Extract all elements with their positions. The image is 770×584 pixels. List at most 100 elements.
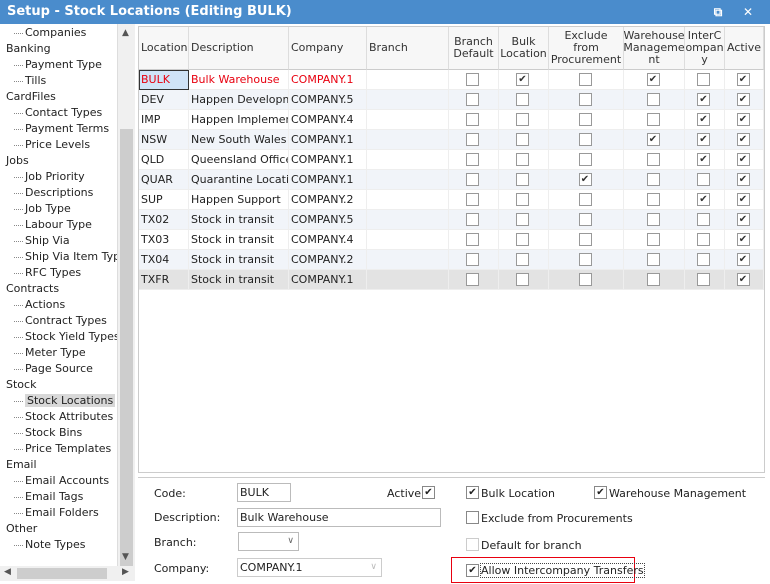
unchecked-checkbox[interactable]	[697, 253, 710, 266]
unchecked-checkbox[interactable]	[516, 193, 529, 206]
unchecked-checkbox[interactable]	[516, 153, 529, 166]
tree-item[interactable]: Ship Via	[0, 233, 70, 249]
branch-cell[interactable]	[367, 110, 449, 130]
description-cell[interactable]: Happen Development	[189, 90, 289, 110]
checked-checkbox[interactable]: ✔	[516, 73, 529, 86]
description-input[interactable]: Bulk Warehouse	[237, 508, 441, 527]
allow-intercompany-checkbox[interactable]: ✔	[466, 564, 479, 577]
unchecked-checkbox[interactable]	[697, 73, 710, 86]
tree-vertical-scrollbar[interactable]: ▲ ▼	[118, 24, 135, 569]
tree-item[interactable]: Tills	[0, 73, 46, 89]
unchecked-checkbox[interactable]	[646, 173, 660, 186]
description-cell[interactable]: Happen Implementation	[189, 110, 289, 130]
tree-item[interactable]: Stock Locations	[0, 393, 116, 409]
unchecked-checkbox[interactable]	[697, 173, 710, 186]
location-cell[interactable]: TX04	[139, 250, 189, 270]
tree-item[interactable]: Meter Type	[0, 345, 86, 361]
table-row[interactable]: QUARQuarantine LocationCOMPANY.1 ✔ ✔	[139, 170, 764, 190]
branch-cell[interactable]	[367, 250, 449, 270]
description-cell[interactable]: Stock in transit	[189, 250, 289, 270]
checked-checkbox[interactable]: ✔	[646, 73, 660, 86]
scroll-thumb[interactable]	[17, 568, 107, 579]
location-cell[interactable]: TX02	[139, 210, 189, 230]
table-row[interactable]: TX03 Stock in transit COMPANY.4 ✔	[139, 230, 764, 250]
unchecked-checkbox[interactable]	[466, 133, 479, 146]
checked-checkbox[interactable]: ✔	[736, 253, 750, 266]
table-row[interactable]: BULK Bulk Warehouse COMPANY.1 ✔ ✔ ✔	[139, 70, 764, 90]
tree-item[interactable]: Email Accounts	[0, 473, 109, 489]
tree-group[interactable]: Jobs	[0, 153, 29, 169]
unchecked-checkbox[interactable]	[578, 113, 592, 126]
unchecked-checkbox[interactable]	[516, 233, 529, 246]
branch-cell[interactable]	[367, 190, 449, 210]
company-cell[interactable]: COMPANY.1	[289, 70, 367, 90]
location-cell[interactable]: SUP	[139, 190, 189, 210]
tree-item[interactable]: Page Source	[0, 361, 93, 377]
unchecked-checkbox[interactable]	[697, 233, 710, 246]
unchecked-checkbox[interactable]	[516, 213, 529, 226]
table-row[interactable]: TX02 Stock in transit COMPANY.5 ✔	[139, 210, 764, 230]
column-header[interactable]: Description	[189, 27, 289, 70]
checked-checkbox[interactable]: ✔	[578, 173, 592, 186]
company-cell[interactable]: COMPANY.1	[289, 270, 367, 290]
company-cell[interactable]: COMPANY.5	[289, 210, 367, 230]
unchecked-checkbox[interactable]	[578, 73, 592, 86]
unchecked-checkbox[interactable]	[516, 273, 529, 286]
location-cell[interactable]: QUAR	[139, 170, 189, 190]
unchecked-checkbox[interactable]	[578, 233, 592, 246]
unchecked-checkbox[interactable]	[466, 173, 479, 186]
tree-item[interactable]: Labour Type	[0, 217, 92, 233]
tree-item[interactable]: Payment Type	[0, 57, 102, 73]
unchecked-checkbox[interactable]	[578, 93, 592, 106]
bulk-location-checkbox[interactable]: ✔	[466, 486, 479, 499]
scroll-up-icon[interactable]: ▲	[122, 28, 129, 38]
branch-cell[interactable]	[367, 210, 449, 230]
unchecked-checkbox[interactable]	[466, 233, 479, 246]
branch-cell[interactable]	[367, 90, 449, 110]
tree-group[interactable]: Banking	[0, 41, 51, 57]
tree-horizontal-scrollbar[interactable]: ◀ ▶	[0, 566, 135, 581]
branch-cell[interactable]	[367, 130, 449, 150]
checked-checkbox[interactable]: ✔	[736, 133, 750, 146]
scroll-thumb[interactable]	[120, 129, 133, 569]
branch-select[interactable]: ∨	[238, 532, 299, 551]
tree-item[interactable]: Payment Terms	[0, 121, 109, 137]
unchecked-checkbox[interactable]	[646, 233, 660, 246]
checked-checkbox[interactable]: ✔	[697, 153, 710, 166]
column-header[interactable]: Exclude from Procurement	[549, 27, 624, 70]
column-header[interactable]: Company	[289, 27, 367, 70]
description-cell[interactable]: Stock in transit	[189, 210, 289, 230]
company-cell[interactable]: COMPANY.4	[289, 110, 367, 130]
unchecked-checkbox[interactable]	[646, 153, 660, 166]
checked-checkbox[interactable]: ✔	[736, 113, 750, 126]
company-cell[interactable]: COMPANY.1	[289, 150, 367, 170]
column-header[interactable]: Bulk Location	[499, 27, 549, 70]
description-cell[interactable]: Bulk Warehouse	[189, 70, 289, 90]
description-cell[interactable]: Happen Support	[189, 190, 289, 210]
unchecked-checkbox[interactable]	[466, 253, 479, 266]
location-cell[interactable]: DEV	[139, 90, 189, 110]
tree-item[interactable]: Descriptions	[0, 185, 93, 201]
tree-item[interactable]: RFC Types	[0, 265, 81, 281]
checked-checkbox[interactable]: ✔	[736, 93, 750, 106]
tree-item[interactable]: Contact Types	[0, 105, 102, 121]
tree-item[interactable]: Email Folders	[0, 505, 99, 521]
branch-cell[interactable]	[367, 270, 449, 290]
unchecked-checkbox[interactable]	[466, 113, 479, 126]
description-cell[interactable]: Quarantine Location	[189, 170, 289, 190]
tree-item[interactable]: Stock Yield Types	[0, 329, 117, 345]
unchecked-checkbox[interactable]	[516, 93, 529, 106]
checked-checkbox[interactable]: ✔	[736, 273, 750, 286]
scroll-left-icon[interactable]: ◀	[4, 567, 11, 577]
checked-checkbox[interactable]: ✔	[736, 193, 750, 206]
branch-cell[interactable]	[367, 70, 449, 90]
checked-checkbox[interactable]: ✔	[736, 213, 750, 226]
table-row[interactable]: SUP Happen Support COMPANY.2 ✔ ✔	[139, 190, 764, 210]
column-header[interactable]: Warehouse Manageme nt	[623, 27, 685, 70]
unchecked-checkbox[interactable]	[578, 193, 592, 206]
unchecked-checkbox[interactable]	[516, 253, 529, 266]
unchecked-checkbox[interactable]	[697, 273, 710, 286]
table-row[interactable]: TXFR Stock in transit COMPANY.1 ✔	[139, 270, 764, 290]
table-row[interactable]: QLD Queensland Office COMPANY.1 ✔ ✔	[139, 150, 764, 170]
table-row[interactable]: IMPHappen ImplementationCOMPANY.4 ✔ ✔	[139, 110, 764, 130]
